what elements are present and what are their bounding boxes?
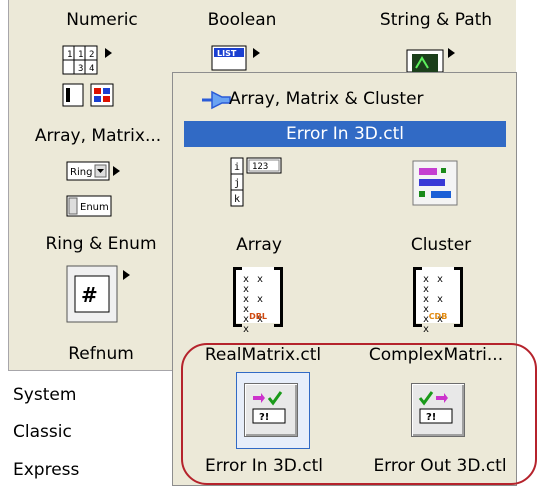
- svg-text:1: 1: [67, 50, 72, 60]
- svg-text:i: i: [234, 162, 240, 173]
- numeric-icon: 1 1 2 3 4: [62, 45, 114, 107]
- subpalette-item-cluster-label[interactable]: Cluster: [391, 235, 491, 255]
- subpalette-item-array-label[interactable]: Array: [199, 235, 319, 255]
- svg-text:1: 1: [78, 50, 83, 60]
- array-icon: i j k 123: [230, 157, 282, 207]
- palette-item-numeric-label[interactable]: Numeric: [47, 10, 157, 30]
- palette-item-array-matrix-label[interactable]: Array, Matrix...: [3, 126, 193, 146]
- annotation-highlight-ring: [181, 343, 537, 485]
- palette-item-string-path[interactable]: [404, 42, 464, 73]
- svg-text:k: k: [234, 194, 240, 205]
- palette-item-numeric[interactable]: 1 1 2 3 4: [61, 42, 131, 120]
- bracket-right-icon: [274, 267, 283, 327]
- svg-text:j: j: [234, 178, 240, 189]
- matrix-cells-icon: x x x x x x x x x: [243, 274, 265, 335]
- palette-item-refnum-label[interactable]: Refnum: [31, 344, 171, 364]
- menu-item-express[interactable]: Express: [13, 460, 79, 480]
- svg-text:123: 123: [252, 162, 268, 172]
- svg-text:Enum: Enum: [80, 202, 109, 213]
- pushpin-icon[interactable]: [200, 89, 232, 111]
- subpalette-item-complex-matrix[interactable]: x x x x x x x x x CDB: [413, 267, 463, 335]
- subpalette-header: Array, Matrix & Cluster: [173, 73, 516, 117]
- svg-text:2: 2: [89, 50, 94, 60]
- menu-item-classic[interactable]: Classic: [13, 422, 72, 442]
- refnum-icon: #: [66, 265, 130, 323]
- subpalette-item-real-matrix[interactable]: x x x x x x x x x DBL: [233, 267, 283, 335]
- subpalette-title: Array, Matrix & Cluster: [229, 89, 424, 109]
- bracket-right-icon: [454, 267, 463, 327]
- palette-item-boolean[interactable]: LIST: [209, 42, 269, 72]
- subpalette-item-array[interactable]: i j k 123: [229, 155, 299, 213]
- svg-text:4: 4: [89, 64, 94, 74]
- bracket-left-icon: [413, 267, 422, 327]
- matrix-cells-icon: x x x x x x x x x: [423, 274, 445, 335]
- boolean-icon: LIST: [211, 45, 260, 71]
- svg-text:LIST: LIST: [217, 49, 237, 58]
- subpalette-item-cluster[interactable]: [411, 159, 461, 209]
- palette-item-string-path-label[interactable]: String & Path: [361, 10, 511, 30]
- svg-text:3: 3: [78, 64, 83, 74]
- bracket-left-icon: [233, 267, 242, 327]
- palette-item-refnum[interactable]: #: [65, 262, 135, 326]
- matrix-dbl-tag: DBL: [249, 312, 267, 321]
- palette-item-boolean-label[interactable]: Boolean: [187, 10, 297, 30]
- string-path-icon: [406, 48, 455, 73]
- menu-item-system[interactable]: System: [13, 385, 76, 405]
- matrix-cdb-tag: CDB: [428, 312, 448, 321]
- palette-item-ring-enum[interactable]: Ring Enum: [65, 160, 135, 222]
- ring-enum-icon: Ring Enum: [66, 161, 120, 217]
- selection-highlight-bar: Error In 3D.ctl: [184, 121, 506, 147]
- svg-text:Ring: Ring: [70, 167, 92, 178]
- palette-item-ring-enum-label[interactable]: Ring & Enum: [21, 234, 181, 254]
- svg-text:#: #: [81, 283, 98, 307]
- cluster-icon: [412, 160, 458, 206]
